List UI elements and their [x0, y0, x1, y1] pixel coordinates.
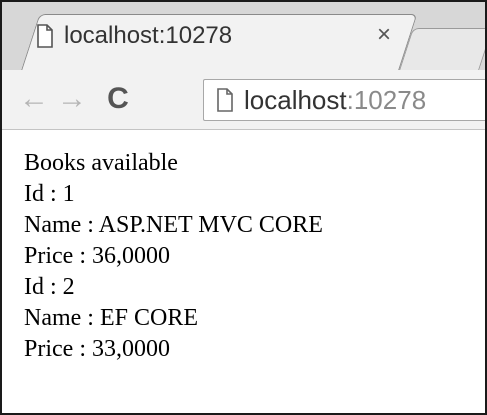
page-icon — [217, 88, 233, 112]
new-tab-button[interactable] — [399, 28, 485, 70]
tab-content: localhost:10278 — [36, 16, 232, 56]
url-host: localhost — [244, 84, 347, 115]
close-icon[interactable]: × — [377, 21, 391, 49]
tab-title: localhost:10278 — [64, 22, 233, 49]
forward-arrow-icon[interactable]: → — [54, 82, 90, 116]
book-name: Name : ASP.NET MVC CORE — [24, 212, 323, 238]
toolbar: ← → C localhost:10278 — [2, 70, 485, 130]
reload-icon[interactable]: C — [98, 82, 138, 116]
back-arrow-icon[interactable]: ← — [16, 82, 52, 116]
book-id: Id : 2 — [24, 274, 75, 300]
book-id: Id : 1 — [24, 181, 75, 207]
page-content: Books available Id : 1 Name : ASP.NET MV… — [24, 148, 484, 365]
url-port: :10278 — [346, 84, 427, 115]
page-heading: Books available — [24, 150, 178, 176]
browser-window: localhost:10278 × ← → C localhost:10278 … — [0, 0, 487, 415]
book-name: Name : EF CORE — [24, 305, 198, 331]
book-price: Price : 33,0000 — [24, 336, 170, 362]
address-bar[interactable]: localhost:10278 — [203, 79, 485, 121]
book-price: Price : 36,0000 — [24, 243, 170, 269]
tab-strip: localhost:10278 × — [2, 2, 485, 72]
page-icon — [37, 24, 53, 48]
